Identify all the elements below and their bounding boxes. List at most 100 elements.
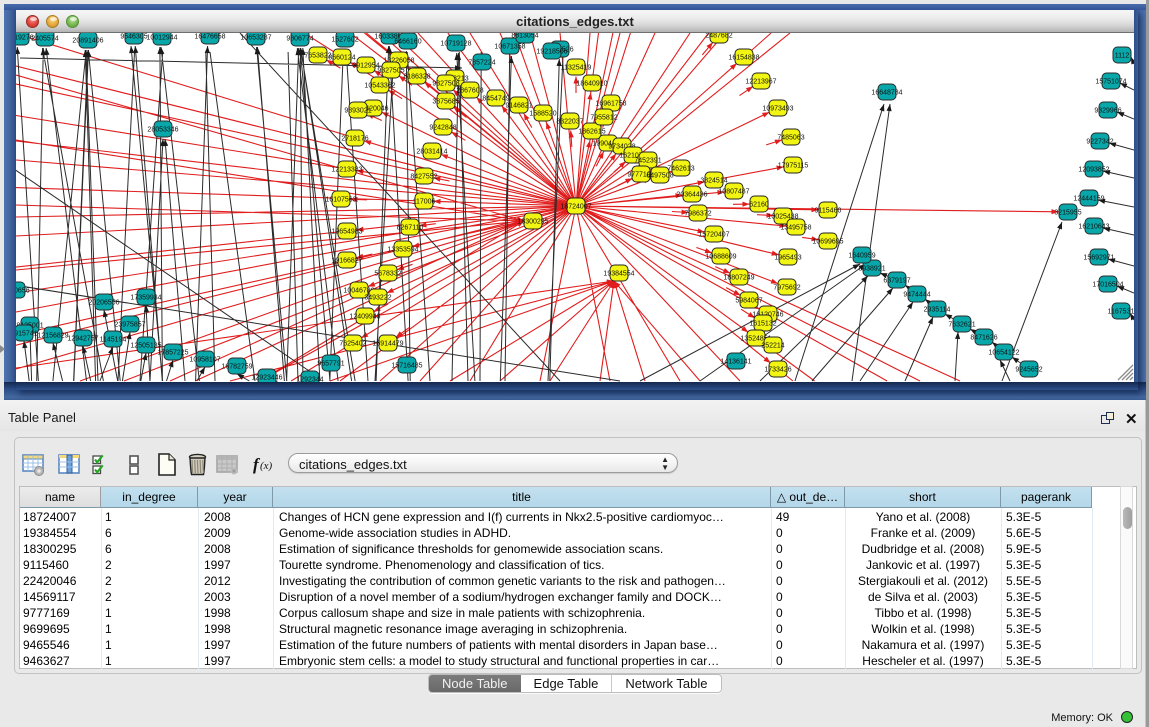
svg-text:3915741: 3915741 bbox=[16, 331, 38, 338]
svg-text:15716485: 15716485 bbox=[391, 363, 422, 370]
svg-text:6497508: 6497508 bbox=[646, 173, 673, 180]
svg-text:3215955: 3215955 bbox=[1054, 210, 1081, 217]
svg-text:2718176: 2718176 bbox=[341, 136, 368, 143]
svg-text:1965493: 1965493 bbox=[774, 255, 801, 262]
svg-text:8267110: 8267110 bbox=[397, 225, 424, 232]
svg-text:8186328: 8186328 bbox=[403, 74, 430, 81]
svg-text:16210643: 16210643 bbox=[1078, 224, 1109, 231]
svg-text:11325419: 11325419 bbox=[561, 65, 592, 72]
svg-text:28053346: 28053346 bbox=[147, 127, 178, 134]
svg-text:23975857: 23975857 bbox=[114, 322, 145, 329]
svg-text:9546305: 9546305 bbox=[120, 34, 147, 41]
svg-text:18300295: 18300295 bbox=[517, 219, 548, 226]
svg-text:8322037: 8322037 bbox=[556, 119, 583, 126]
svg-text:19218506: 19218506 bbox=[536, 49, 567, 56]
svg-text:9474444: 9474444 bbox=[903, 292, 930, 299]
svg-text:17016504: 17016504 bbox=[1092, 282, 1123, 289]
svg-text:9327508: 9327508 bbox=[432, 81, 459, 88]
svg-text:2620656: 2620656 bbox=[16, 288, 30, 295]
svg-text:7452391: 7452391 bbox=[634, 158, 661, 165]
svg-text:17359934: 17359934 bbox=[130, 295, 161, 302]
svg-text:9242848: 9242848 bbox=[429, 125, 456, 132]
svg-text:18807249: 18807249 bbox=[723, 275, 754, 282]
svg-text:1588520: 1588520 bbox=[529, 111, 556, 118]
svg-text:19384554: 19384554 bbox=[603, 271, 634, 278]
svg-text:3912954: 3912954 bbox=[352, 63, 379, 70]
svg-text:1862615: 1862615 bbox=[578, 129, 605, 136]
svg-text:18724007: 18724007 bbox=[560, 204, 591, 211]
svg-text:10012944: 10012944 bbox=[146, 35, 177, 42]
svg-text:20364436: 20364436 bbox=[676, 192, 707, 199]
svg-text:6466160: 6466160 bbox=[394, 39, 421, 46]
svg-text:19166827: 19166827 bbox=[331, 258, 362, 265]
svg-text:10958107: 10958107 bbox=[189, 357, 220, 364]
svg-text:16961758: 16961758 bbox=[595, 101, 626, 108]
svg-text:13353594: 13353594 bbox=[387, 247, 418, 254]
svg-text:17857225: 17857225 bbox=[157, 350, 188, 357]
svg-text:252214: 252214 bbox=[761, 343, 784, 350]
svg-text:16476658: 16476658 bbox=[194, 34, 225, 41]
svg-text:1292344: 1292344 bbox=[296, 377, 323, 383]
svg-text:10973493: 10973493 bbox=[762, 106, 793, 113]
svg-text:8471626: 8471626 bbox=[970, 335, 997, 342]
svg-text:1527602: 1527602 bbox=[331, 37, 358, 44]
svg-text:2405574: 2405574 bbox=[31, 36, 58, 43]
svg-text:12505135: 12505135 bbox=[130, 343, 161, 350]
svg-text:2487682: 2487682 bbox=[705, 33, 732, 40]
svg-text:1167531: 1167531 bbox=[1108, 309, 1134, 316]
svg-text:10719128: 10719128 bbox=[440, 41, 471, 48]
svg-text:3875685: 3875685 bbox=[432, 99, 459, 106]
svg-text:17975115: 17975115 bbox=[778, 163, 809, 170]
svg-text:9245652: 9245652 bbox=[1015, 367, 1042, 374]
svg-text:10807487: 10807487 bbox=[718, 189, 749, 196]
svg-text:9657791: 9657791 bbox=[317, 361, 344, 368]
svg-text:117006: 117006 bbox=[413, 199, 436, 206]
svg-text:20891406: 20891406 bbox=[72, 38, 103, 45]
svg-text:9329966: 9329966 bbox=[1094, 108, 1121, 115]
svg-text:10543362: 10543362 bbox=[364, 83, 395, 90]
svg-text:10699695: 10699695 bbox=[812, 239, 843, 246]
svg-text:9146821: 9146821 bbox=[505, 103, 532, 110]
svg-text:8660124: 8660124 bbox=[328, 55, 355, 62]
svg-text:1615132: 1615132 bbox=[749, 321, 776, 328]
svg-text:12213967: 12213967 bbox=[745, 79, 776, 86]
svg-text:9327505: 9327505 bbox=[377, 68, 404, 75]
svg-text:7462613: 7462613 bbox=[667, 166, 694, 173]
svg-text:1112: 1112 bbox=[1115, 53, 1130, 60]
svg-text:16782759: 16782759 bbox=[221, 364, 252, 371]
svg-text:8938921: 8938921 bbox=[858, 266, 885, 273]
svg-text:7485063: 7485063 bbox=[777, 135, 804, 142]
svg-text:12409948: 12409948 bbox=[349, 314, 380, 321]
svg-text:9227342: 9227342 bbox=[1086, 139, 1113, 146]
svg-text:15751074: 15751074 bbox=[1095, 79, 1126, 86]
svg-text:5984067: 5984067 bbox=[735, 298, 762, 305]
svg-text:62160: 62160 bbox=[749, 202, 769, 209]
svg-text:9115460: 9115460 bbox=[815, 208, 842, 215]
svg-text:1733426: 1733426 bbox=[764, 367, 791, 374]
svg-text:28031414: 28031414 bbox=[416, 149, 447, 156]
svg-text:10654122: 10654122 bbox=[988, 350, 1019, 357]
svg-text:16154838: 16154838 bbox=[728, 55, 759, 62]
svg-text:1640959: 1640959 bbox=[848, 253, 875, 260]
svg-text:16107563: 16107563 bbox=[325, 197, 356, 204]
svg-text:8813054: 8813054 bbox=[511, 33, 538, 40]
svg-text:12923446: 12923446 bbox=[251, 375, 282, 382]
svg-text:16648784: 16648784 bbox=[871, 90, 902, 97]
svg-text:8454749: 8454749 bbox=[482, 96, 509, 103]
svg-text:9893021: 9893021 bbox=[344, 108, 371, 115]
svg-text:5678332: 5678332 bbox=[374, 271, 401, 278]
svg-text:2867608: 2867608 bbox=[456, 88, 483, 95]
svg-text:12213383: 12213383 bbox=[331, 167, 362, 174]
svg-text:12093852: 12093852 bbox=[1078, 167, 1109, 174]
svg-text:3493222: 3493222 bbox=[364, 295, 391, 302]
svg-text:18640910: 18640910 bbox=[576, 81, 607, 88]
svg-text:7632621: 7632621 bbox=[948, 322, 975, 329]
svg-text:7857224: 7857224 bbox=[468, 60, 495, 67]
svg-text:14136141: 14136141 bbox=[720, 359, 751, 366]
svg-text:2935114: 2935114 bbox=[924, 307, 951, 314]
svg-text:7975692: 7975692 bbox=[773, 285, 800, 292]
svg-text:16914479: 16914479 bbox=[372, 341, 403, 348]
svg-text:7986372: 7986372 bbox=[684, 211, 711, 218]
svg-text:15692971: 15692971 bbox=[1083, 255, 1114, 262]
svg-text:15720407: 15720407 bbox=[698, 232, 729, 239]
